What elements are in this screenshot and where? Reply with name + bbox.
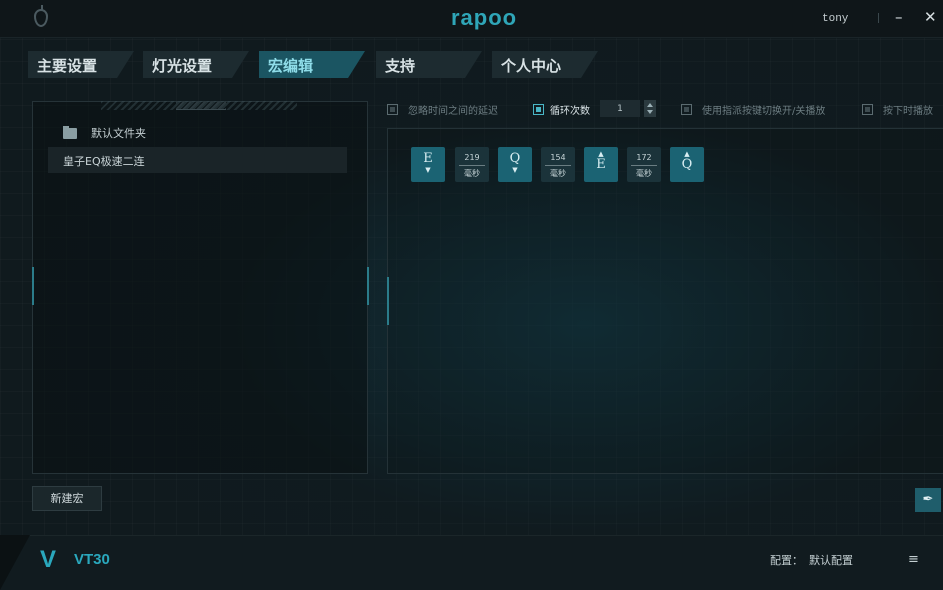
- new-macro-button[interactable]: 新建宏: [32, 486, 102, 511]
- default-folder[interactable]: 默认文件夹: [63, 123, 146, 143]
- tab-macro-edit[interactable]: 宏编辑: [259, 51, 365, 78]
- app-window: rapoo tony – ✕ 主要设置 灯光设置 宏编辑 支持 个人中心 默认文…: [0, 0, 943, 590]
- toggle-by-key-label: 使用指派按键切换开/关播放: [702, 105, 826, 117]
- tab-profile[interactable]: 个人中心: [492, 51, 598, 78]
- delay-unit: 毫秒: [550, 169, 566, 178]
- macro-step-key[interactable]: E ▼: [411, 147, 445, 182]
- panel-marker: [387, 277, 389, 325]
- minimize-button[interactable]: –: [895, 8, 903, 26]
- macro-list-item[interactable]: 皇子EQ极速二连: [48, 147, 347, 173]
- stepper-down-icon[interactable]: [647, 110, 653, 114]
- folder-icon: [63, 125, 77, 139]
- delay-unit: 毫秒: [464, 169, 480, 178]
- play-while-pressed-label: 按下时播放: [883, 105, 933, 117]
- title-separator: [878, 13, 879, 23]
- clear-steps-button[interactable]: ✒: [915, 488, 941, 512]
- panel-notch: [176, 101, 226, 110]
- config-label: 配置：: [770, 554, 803, 567]
- loop-count-checkbox[interactable]: [533, 103, 544, 115]
- macro-step-delay[interactable]: 219 毫秒: [455, 147, 489, 182]
- key-down-arrow-icon: ▼: [425, 166, 431, 174]
- step-key-label: Q: [681, 157, 693, 172]
- loop-count-option[interactable]: 循环次数: [533, 101, 590, 117]
- loop-count-input[interactable]: [600, 100, 640, 117]
- ignore-delay-option[interactable]: 忽略时间之间的延迟: [387, 101, 498, 117]
- menu-icon[interactable]: ≡: [908, 552, 919, 567]
- step-key-label: E: [423, 151, 433, 166]
- macro-step-delay[interactable]: 172 毫秒: [627, 147, 661, 182]
- macro-step-key[interactable]: ▲ Q: [670, 147, 704, 182]
- broom-icon: ✒: [922, 492, 934, 507]
- ignore-delay-label: 忽略时间之间的延迟: [408, 105, 498, 117]
- delay-value: 219: [459, 153, 485, 166]
- loop-count-label: 循环次数: [550, 105, 590, 117]
- key-down-arrow-icon: ▼: [512, 166, 518, 174]
- vt-logo: V: [40, 546, 57, 573]
- step-key-label: Q: [509, 151, 521, 166]
- stepper-up-icon[interactable]: [647, 103, 653, 107]
- title-bar: rapoo tony – ✕: [0, 0, 943, 38]
- step-key-label: E: [596, 157, 606, 172]
- delay-value: 172: [631, 153, 657, 166]
- macro-step-key[interactable]: ▲ E: [584, 147, 618, 182]
- delay-value: 154: [545, 153, 571, 166]
- username: tony: [822, 13, 849, 25]
- delay-unit: 毫秒: [636, 169, 652, 178]
- macro-step-key[interactable]: Q ▼: [498, 147, 532, 182]
- panel-marker: [32, 267, 34, 305]
- tab-main-settings[interactable]: 主要设置: [28, 51, 134, 78]
- loop-count-stepper[interactable]: [644, 100, 656, 117]
- mouse-icon: [34, 5, 48, 27]
- play-while-pressed-option[interactable]: 按下时播放: [862, 101, 933, 117]
- tab-light-settings[interactable]: 灯光设置: [143, 51, 249, 78]
- config-value[interactable]: 默认配置: [809, 554, 853, 567]
- toggle-by-key-option[interactable]: 使用指派按键切换开/关播放: [681, 101, 825, 117]
- config-display: 配置： 默认配置: [770, 552, 853, 568]
- tab-support[interactable]: 支持: [376, 51, 482, 78]
- folder-label: 默认文件夹: [91, 127, 146, 140]
- play-while-pressed-checkbox[interactable]: [862, 103, 873, 115]
- macro-list-panel: 默认文件夹 皇子EQ极速二连: [32, 101, 369, 474]
- macro-step-delay[interactable]: 154 毫秒: [541, 147, 575, 182]
- brand-logo: rapoo: [451, 5, 518, 30]
- device-model: VT30: [74, 551, 110, 568]
- ignore-delay-checkbox[interactable]: [387, 103, 398, 115]
- close-button[interactable]: ✕: [924, 8, 937, 26]
- toggle-by-key-checkbox[interactable]: [681, 103, 692, 115]
- panel-marker: [367, 267, 369, 305]
